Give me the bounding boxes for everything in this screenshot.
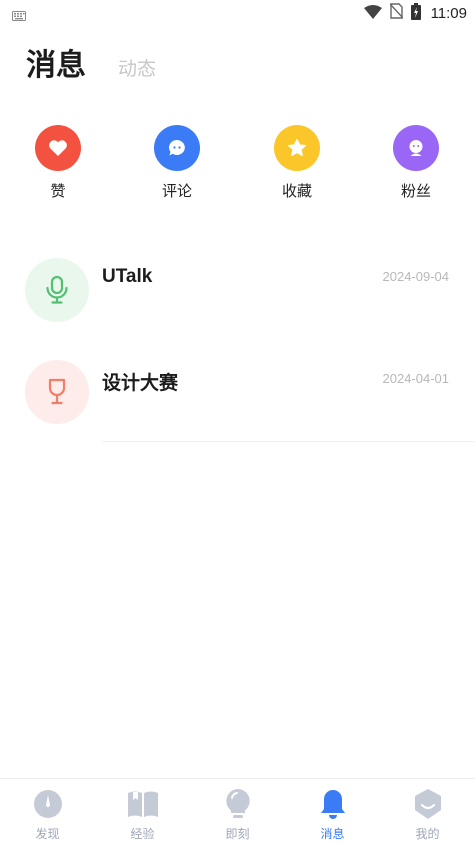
nav-label: 经验 (130, 827, 155, 841)
heart-icon (35, 125, 81, 171)
nav-label: 发现 (35, 827, 60, 841)
quick-actions: 赞 评论 收藏 粉丝 (0, 125, 475, 205)
microphone-icon (25, 258, 89, 322)
quick-action-label: 赞 (50, 182, 66, 200)
nav-item-messages[interactable]: 消息 (285, 787, 380, 842)
nav-item-experience[interactable]: 经验 (95, 787, 190, 842)
quick-action-comments[interactable]: 评论 (132, 125, 222, 201)
nav-label: 消息 (320, 827, 345, 841)
nav-item-moment[interactable]: 即刻 (190, 787, 285, 842)
quick-action-label: 粉丝 (400, 182, 431, 200)
keyboard-icon (12, 6, 26, 25)
wifi-icon (363, 4, 382, 23)
header-tabs: 消息 动态 (26, 40, 156, 83)
nav-label: 我的 (415, 827, 440, 841)
nav-label: 即刻 (225, 827, 250, 841)
quick-action-label: 收藏 (281, 182, 312, 200)
message-date: 2024-09-04 (382, 269, 450, 284)
message-list: UTalk 2024-09-04 设计大赛 2024-04-01 (0, 252, 475, 456)
tab-updates[interactable]: 动态 (118, 54, 156, 81)
list-item[interactable]: UTalk 2024-09-04 (0, 252, 475, 354)
fans-icon (393, 125, 439, 171)
quick-action-favorites[interactable]: 收藏 (252, 125, 342, 201)
status-time: 11:09 (430, 4, 467, 22)
bottom-nav: 发现 经验 即刻 消息 我的 (0, 778, 475, 844)
quick-action-label: 评论 (161, 182, 192, 200)
quick-action-likes[interactable]: 赞 (13, 125, 103, 201)
bell-icon (316, 787, 350, 821)
profile-icon (411, 787, 445, 821)
tab-messages[interactable]: 消息 (26, 40, 86, 84)
battery-icon (410, 2, 421, 24)
quick-action-fans[interactable]: 粉丝 (371, 125, 461, 201)
message-title: 设计大赛 (102, 373, 179, 394)
discover-icon (31, 787, 65, 821)
list-divider (102, 441, 475, 442)
trophy-icon (25, 360, 89, 424)
no-sim-icon (389, 3, 404, 23)
nav-item-discover[interactable]: 发现 (0, 787, 95, 842)
bulb-icon (221, 787, 255, 821)
book-icon (126, 787, 160, 821)
message-date: 2024-04-01 (382, 371, 450, 386)
star-icon (274, 125, 320, 171)
nav-item-profile[interactable]: 我的 (380, 787, 475, 842)
comment-icon (154, 125, 200, 171)
status-bar: 11:09 (0, 0, 475, 26)
message-title: UTalk (102, 266, 153, 287)
